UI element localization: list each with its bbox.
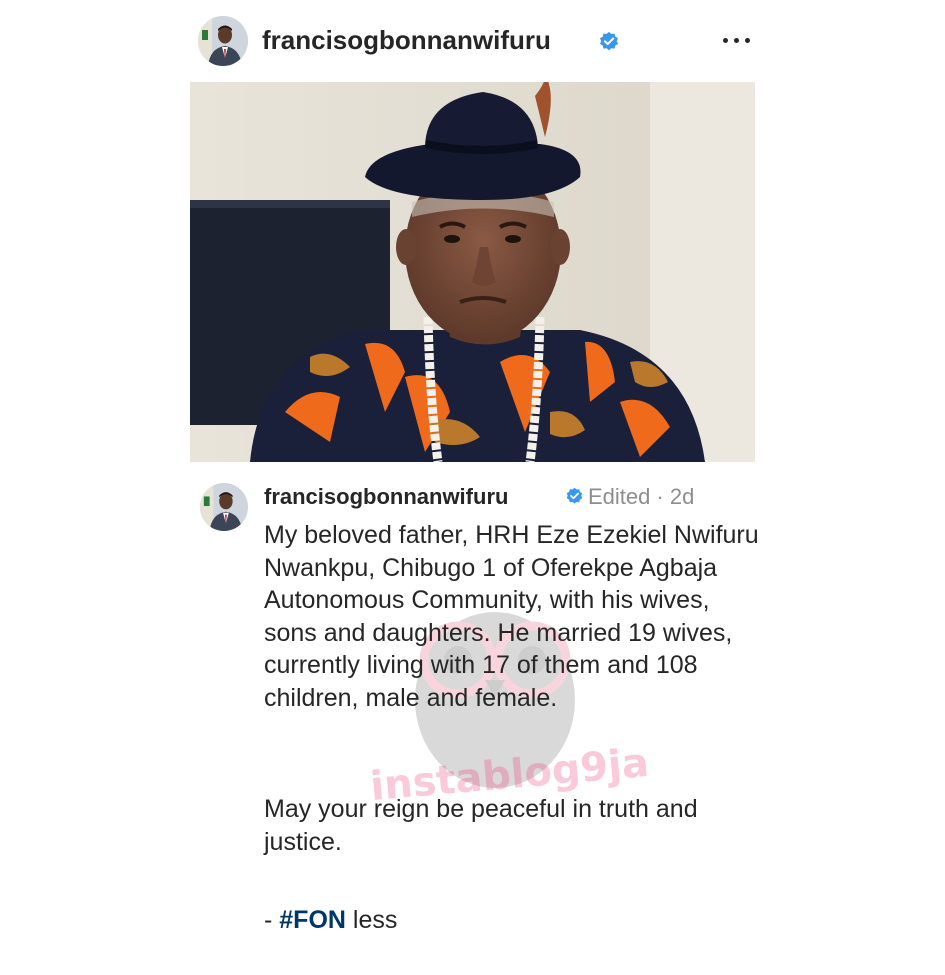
- portrait-image: [190, 82, 755, 462]
- signoff-prefix: -: [264, 906, 280, 934]
- caption-body: My beloved father, HRH Eze Ezekiel Nwifu…: [264, 521, 759, 712]
- caption-text: My beloved father, HRH Eze Ezekiel Nwifu…: [264, 519, 764, 714]
- caption-signoff: - #FON less: [264, 906, 397, 935]
- profile-avatar[interactable]: [198, 16, 248, 66]
- verified-badge-icon: [598, 31, 620, 53]
- post-header: francisogbonnanwifuru: [0, 0, 945, 80]
- post-photo[interactable]: [190, 82, 755, 462]
- caption-closing: May your reign be peaceful in truth and …: [264, 795, 698, 856]
- caption-avatar[interactable]: [200, 483, 248, 531]
- avatar-image: [200, 483, 248, 531]
- caption-username[interactable]: francisogbonnanwifuru: [264, 484, 508, 510]
- avatar-image: [198, 16, 248, 66]
- less-link[interactable]: less: [346, 906, 397, 934]
- more-horizontal-icon[interactable]: [720, 26, 754, 54]
- verified-badge-icon: [565, 487, 584, 506]
- post-username[interactable]: francisogbonnanwifuru: [262, 25, 551, 56]
- hashtag-link[interactable]: #FON: [279, 906, 346, 934]
- caption-meta: Edited · 2d: [588, 484, 695, 509]
